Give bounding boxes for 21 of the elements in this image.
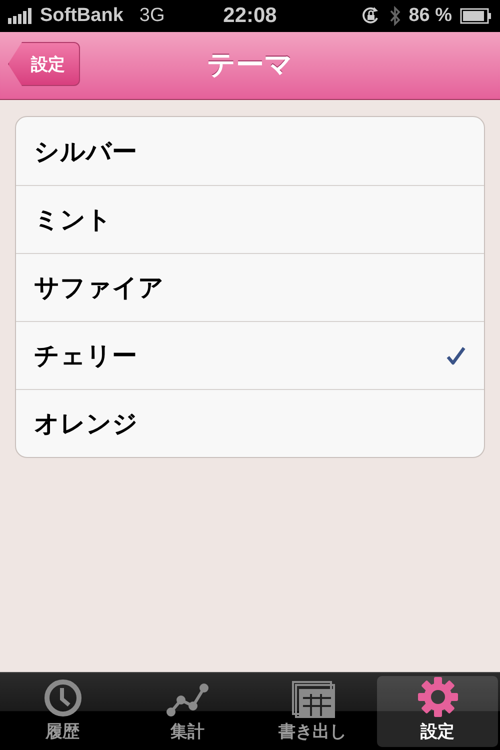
theme-option[interactable]: オレンジ xyxy=(34,407,466,440)
carrier-name: SoftBank xyxy=(40,5,124,27)
battery-icon xyxy=(460,8,492,24)
rotation-lock-icon xyxy=(360,6,381,26)
tab-item[interactable]: 履歴 xyxy=(2,676,123,747)
theme-option[interactable]: シルバー xyxy=(34,134,466,168)
tab-item[interactable]: 集計 xyxy=(127,676,248,747)
clock-time: 22:08 xyxy=(223,4,277,28)
theme-option[interactable]: ミント xyxy=(34,203,466,236)
tab-item[interactable]: 設定 xyxy=(377,676,498,747)
gear-icon xyxy=(416,676,458,718)
signal-icon xyxy=(8,8,34,24)
nav-title: テーマ xyxy=(207,48,293,82)
theme-option[interactable]: チェリー xyxy=(34,339,446,372)
theme-option[interactable]: サファイア xyxy=(34,271,466,304)
tab-item[interactable]: 書き出し xyxy=(252,676,373,747)
bluetooth-icon xyxy=(388,6,401,26)
documents-icon xyxy=(290,680,334,718)
clock-icon xyxy=(42,678,82,718)
network-type: 3G xyxy=(139,5,165,27)
battery-percent: 86 % xyxy=(408,5,452,27)
